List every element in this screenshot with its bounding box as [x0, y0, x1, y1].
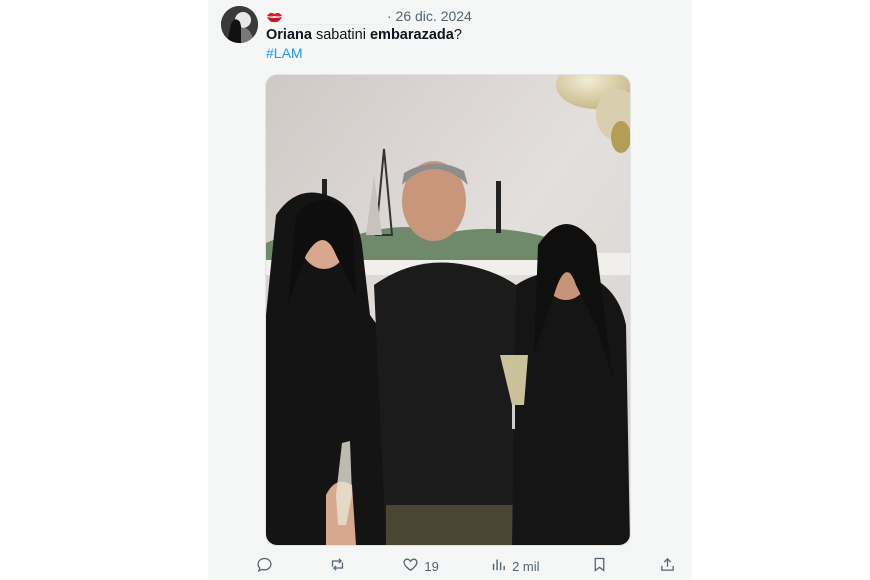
tweet-text-plain-2: ? — [453, 27, 462, 43]
like-button[interactable]: 19 — [402, 556, 439, 576]
tweet-text: Oriana sabatini embarazada? — [266, 26, 462, 45]
share-upload-icon — [659, 556, 676, 576]
lips-icon — [266, 10, 283, 23]
reply-button[interactable] — [256, 556, 278, 576]
repost-icon — [329, 556, 346, 576]
share-button[interactable] — [659, 556, 676, 576]
post-photo[interactable] — [265, 74, 631, 546]
bookmark-button[interactable] — [591, 556, 608, 576]
action-bar: 19 2 mil — [256, 555, 676, 577]
tweet-text-bold-1: Oriana — [266, 27, 312, 43]
left-margin — [0, 0, 208, 580]
tweet-header: · 26 dic. 2024 — [266, 6, 472, 26]
hashtag-link[interactable]: #LAM — [266, 45, 303, 61]
views-button[interactable]: 2 mil — [490, 556, 540, 576]
avatar[interactable] — [221, 6, 258, 43]
post-date[interactable]: · 26 dic. 2024 — [387, 8, 472, 24]
views-count: 2 mil — [512, 558, 540, 574]
like-count: 19 — [424, 558, 439, 574]
bookmark-icon — [591, 556, 608, 576]
heart-icon — [402, 556, 419, 576]
repost-button[interactable] — [329, 556, 351, 576]
tweet-text-bold-2: embarazada — [369, 27, 454, 43]
author-name-redacted[interactable] — [289, 7, 381, 25]
views-bar-chart-icon — [490, 556, 507, 576]
right-margin — [692, 0, 870, 580]
tweet-text-plain-1: sabatini — [311, 27, 370, 43]
reply-icon — [256, 556, 273, 576]
tweet-card[interactable]: · 26 dic. 2024 Oriana sabatini embarazad… — [208, 0, 692, 580]
